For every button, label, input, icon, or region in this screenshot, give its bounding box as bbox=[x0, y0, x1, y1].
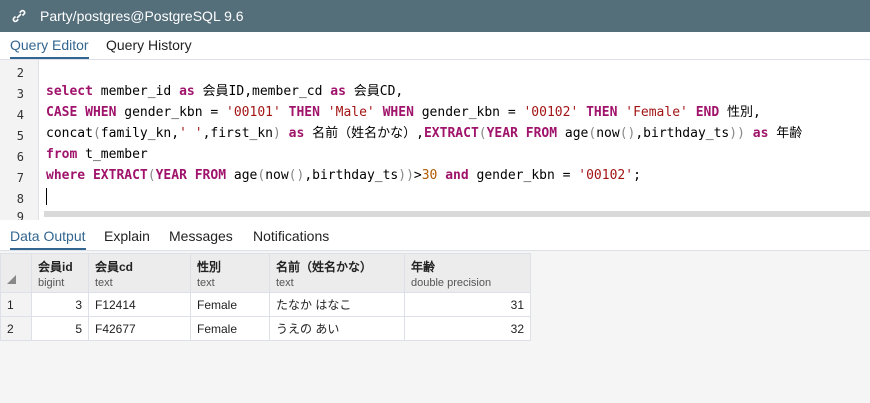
line-number: 6 bbox=[16, 150, 24, 164]
header-row: 会員id bigint 会員cd text 性別 text 名前（姓名かな） text … bbox=[0, 253, 531, 293]
editor-tabs: Query Editor Query History bbox=[0, 32, 870, 60]
table-cell[interactable]: うえの あい bbox=[269, 316, 405, 341]
tab-data-output[interactable]: Data Output bbox=[10, 223, 86, 250]
row-number[interactable]: 1 bbox=[0, 292, 32, 317]
select-all-icon bbox=[7, 275, 16, 284]
line-number: 5 bbox=[16, 129, 24, 143]
table-cell[interactable]: たなか はなこ bbox=[269, 292, 405, 317]
column-type: text bbox=[276, 276, 294, 289]
column-header[interactable]: 会員id bigint bbox=[31, 253, 89, 293]
code-line-3[interactable]: select member_id as 会員ID,member_cd as 会員… bbox=[46, 81, 403, 102]
column-header[interactable]: 年齢 double precision bbox=[404, 253, 531, 293]
text-cursor bbox=[46, 188, 47, 205]
line-number: 9 bbox=[16, 210, 24, 220]
column-name: 性別 bbox=[197, 259, 222, 274]
column-name: 年齢 bbox=[411, 259, 436, 274]
column-type: bigint bbox=[38, 276, 65, 289]
column-name: 会員cd bbox=[95, 259, 134, 274]
line-number: 3 bbox=[16, 87, 24, 101]
code-line-4[interactable]: CASE WHEN gender_kbn = '00101' THEN 'Mal… bbox=[46, 102, 761, 123]
output-tabs: Data Output Explain Messages Notificatio… bbox=[0, 223, 870, 251]
table-cell[interactable]: Female bbox=[190, 292, 270, 317]
line-number-gutter: 2 3 4 5 6 7 8 9 bbox=[0, 60, 39, 220]
tab-query-editor[interactable]: Query Editor bbox=[10, 32, 89, 59]
table-cell[interactable]: 3 bbox=[31, 292, 89, 317]
table-cell[interactable]: F12414 bbox=[88, 292, 191, 317]
connection-icon[interactable] bbox=[10, 7, 28, 25]
column-header[interactable]: 会員cd text bbox=[88, 253, 191, 293]
line-number: 7 bbox=[16, 171, 24, 185]
table-cell[interactable]: 5 bbox=[31, 316, 89, 341]
title-bar: Party/postgres@PostgreSQL 9.6 bbox=[0, 0, 870, 32]
code-line-5[interactable]: concat(family_kn,' ',first_kn) as 名前（姓名か… bbox=[46, 123, 802, 144]
tab-query-history[interactable]: Query History bbox=[106, 32, 192, 59]
column-name: 会員id bbox=[38, 259, 73, 274]
code-line-6[interactable]: from t_member bbox=[46, 144, 148, 165]
table-row[interactable]: 1 3 F12414 Female たなか はなこ 31 bbox=[0, 292, 531, 317]
column-header[interactable]: 性別 text bbox=[190, 253, 270, 293]
row-number[interactable]: 2 bbox=[0, 316, 32, 341]
column-name: 名前（姓名かな） bbox=[276, 259, 373, 274]
result-grid: 会員id bigint 会員cd text 性別 text 名前（姓名かな） text … bbox=[0, 253, 531, 341]
table-row[interactable]: 2 5 F42677 Female うえの あい 32 bbox=[0, 316, 531, 341]
window-title: Party/postgres@PostgreSQL 9.6 bbox=[40, 8, 244, 24]
tab-notifications[interactable]: Notifications bbox=[253, 223, 329, 250]
line-number: 4 bbox=[16, 108, 24, 122]
table-cell[interactable]: F42677 bbox=[88, 316, 191, 341]
table-cell[interactable]: 32 bbox=[404, 316, 531, 341]
select-all-corner[interactable] bbox=[0, 253, 32, 293]
table-cell[interactable]: 31 bbox=[404, 292, 531, 317]
horizontal-scrollbar[interactable] bbox=[44, 211, 870, 217]
line-number: 2 bbox=[16, 66, 24, 80]
column-type: text bbox=[197, 276, 215, 289]
column-header[interactable]: 名前（姓名かな） text bbox=[269, 253, 405, 293]
tab-messages[interactable]: Messages bbox=[169, 223, 233, 250]
code-line-7[interactable]: where EXTRACT(YEAR FROM age(now(),birthd… bbox=[46, 165, 641, 186]
sql-editor[interactable]: 2 3 4 5 6 7 8 9 select member_id as 会員ID… bbox=[0, 60, 870, 220]
line-number: 8 bbox=[16, 192, 24, 206]
result-grid-area: 会員id bigint 会員cd text 性別 text 名前（姓名かな） text … bbox=[0, 251, 870, 403]
column-type: double precision bbox=[411, 276, 492, 289]
column-type: text bbox=[95, 276, 113, 289]
table-cell[interactable]: Female bbox=[190, 316, 270, 341]
tab-explain[interactable]: Explain bbox=[104, 223, 150, 250]
